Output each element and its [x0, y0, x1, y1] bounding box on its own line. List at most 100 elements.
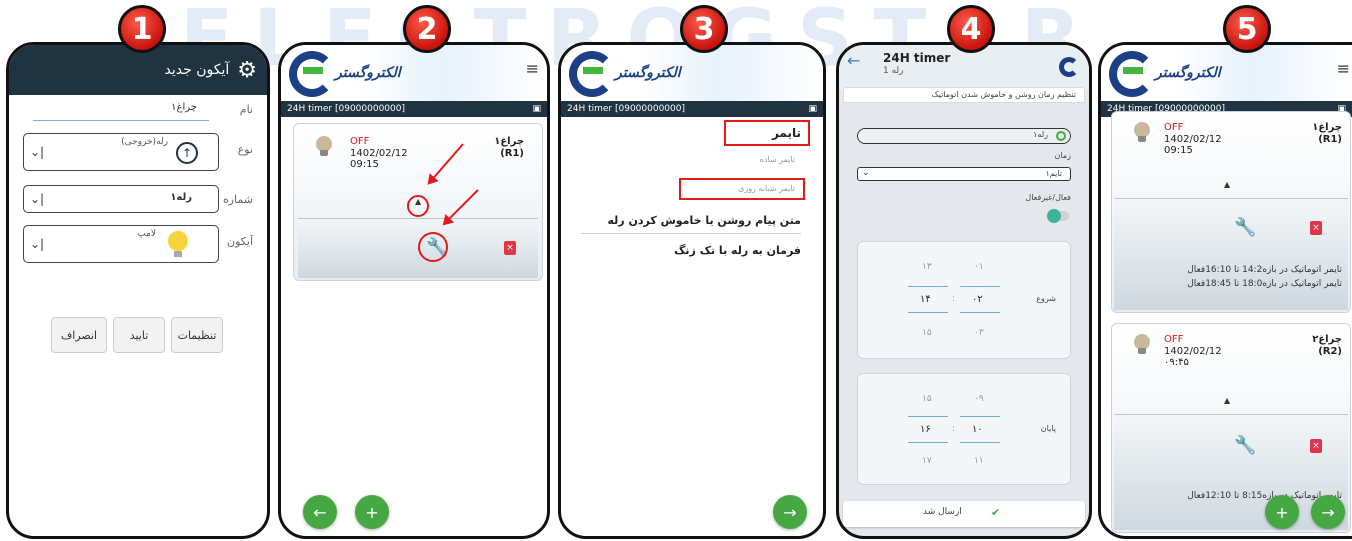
- back-button[interactable]: ←: [303, 495, 337, 529]
- chevron-down-icon: ⌄|: [30, 145, 45, 159]
- end-minute[interactable]: ۱۰: [972, 424, 983, 435]
- info-bar: 24H timer [09000000000] ▣: [561, 101, 823, 117]
- chevron-down-icon: ⌄: [862, 168, 870, 178]
- status-label: OFF: [350, 136, 370, 147]
- time-label: 09:15: [350, 159, 379, 170]
- timer-menu[interactable]: تایمر: [772, 126, 801, 140]
- step-badge-1: 1: [118, 5, 166, 53]
- page-title: 24H timer: [883, 51, 951, 65]
- highlight-circle: [418, 232, 448, 262]
- time-label: ۰۹:۴۵: [1164, 357, 1189, 368]
- phone-3: الکتروگستر 24H timer [09000000000] ▣ تای…: [558, 42, 826, 539]
- date-label: 1402/02/12: [350, 148, 408, 159]
- cancel-button[interactable]: انصراف: [51, 317, 107, 353]
- add-button[interactable]: +: [1265, 495, 1299, 529]
- send-status-bar: ارسال شد ✔: [843, 501, 1085, 527]
- next-button[interactable]: →: [1311, 495, 1345, 529]
- ring-command-menu[interactable]: فرمان به رله با تک زنگ: [674, 244, 801, 257]
- wrench-icon[interactable]: 🔧: [1234, 217, 1256, 238]
- brand-name: الکتروگستر: [335, 65, 401, 81]
- gear-icon[interactable]: ⚙: [237, 58, 257, 83]
- message-text-menu[interactable]: متن پیام روشن یا خاموش کردن رله: [608, 214, 802, 227]
- menu-icon[interactable]: ≡: [526, 59, 539, 78]
- logo: [289, 51, 335, 97]
- start-minute[interactable]: ۰۲: [972, 294, 983, 305]
- number-label: شماره: [222, 193, 253, 206]
- arrow-up-icon: ↑: [176, 142, 198, 164]
- simple-timer-item[interactable]: تایمر ساده: [760, 155, 795, 164]
- relay-name: چراغ۲: [1312, 334, 1342, 345]
- relay-id: (R1): [500, 148, 524, 159]
- step-badge-5: 5: [1223, 5, 1271, 53]
- relay-name: چراغ۱: [1312, 122, 1342, 133]
- delete-icon[interactable]: ×: [1310, 439, 1322, 453]
- info-bar: 24H timer [09000000000] ▣: [281, 101, 547, 117]
- relay-radio[interactable]: رله۱: [857, 128, 1071, 144]
- next-button[interactable]: →: [773, 495, 807, 529]
- page-subtitle: رله 1: [883, 66, 904, 76]
- schedule-line: تایمر اتوماتیک در بازه14:2 تا 16:10فعال: [1187, 265, 1342, 275]
- logo: [1059, 57, 1079, 77]
- chevron-down-icon: ⌄|: [30, 237, 45, 251]
- menu-icon[interactable]: ≡: [1337, 59, 1350, 78]
- name-field[interactable]: چراغ۱: [33, 97, 209, 121]
- time-label: 09:15: [1164, 145, 1193, 156]
- check-icon: ✔: [991, 506, 1001, 519]
- icon-label: آیکون: [227, 235, 253, 248]
- logo: [569, 51, 615, 97]
- app-header: الکتروگستر ≡: [1101, 45, 1352, 101]
- back-arrow-icon[interactable]: ←: [847, 51, 860, 70]
- step-badge-4: 4: [947, 5, 995, 53]
- phone-1: آیکون جدید ⚙ نام چراغ۱ نوع ⌄| رله(خروجی)…: [6, 42, 270, 539]
- highlight-circle: [407, 195, 429, 217]
- sim-icon: ▣: [532, 104, 541, 114]
- phone-5: الکتروگستر ≡ 24H timer [09000000000] ▣ O…: [1098, 42, 1352, 539]
- radio-icon: [1056, 131, 1066, 141]
- expand-arrow-icon[interactable]: ▲: [1224, 180, 1230, 189]
- confirm-button[interactable]: تایید: [113, 317, 165, 353]
- daily-timer-item[interactable]: تایمر شبانه روزی: [738, 184, 795, 193]
- number-select[interactable]: ⌄| رله۱: [23, 185, 219, 213]
- status-label: OFF: [1164, 334, 1184, 345]
- brand-name: الکتروگستر: [615, 65, 681, 81]
- end-hour[interactable]: ۱۶: [920, 424, 931, 435]
- date-label: 1402/02/12: [1164, 134, 1222, 145]
- app-header: الکتروگستر: [561, 45, 823, 101]
- sent-status: ارسال شد: [923, 507, 962, 517]
- bulb-icon: [316, 136, 332, 156]
- relay-name: چراغ۱: [494, 136, 524, 147]
- date-label: 1402/02/12: [1164, 346, 1222, 357]
- settings-button[interactable]: تنظیمات: [171, 317, 223, 353]
- step-badge-2: 2: [403, 5, 451, 53]
- end-time-picker[interactable]: پایان ۱۵ ۱۶ ۱۷ : ۰۹ ۱۰ ۱۱: [857, 373, 1071, 485]
- type-label: نوع: [237, 143, 253, 156]
- expand-arrow-icon[interactable]: ▲: [1224, 396, 1230, 405]
- step-badge-3: 3: [680, 5, 728, 53]
- end-label: پایان: [1040, 424, 1056, 433]
- type-select[interactable]: ⌄| رله(خروجی) ↑: [23, 133, 219, 171]
- add-button[interactable]: +: [355, 495, 389, 529]
- brand-name: الکتروگستر: [1155, 65, 1221, 81]
- lamp-icon: [168, 231, 188, 251]
- logo: [1109, 51, 1155, 97]
- relay-subpanel: 🔧 × تایمر اتوماتیک در بازه14:2 تا 16:10ف…: [1114, 198, 1348, 310]
- timer-select[interactable]: ⌄ تایم۱: [857, 167, 1071, 181]
- page-title: آیکون جدید: [164, 62, 230, 78]
- start-hour[interactable]: ۱۴: [920, 294, 931, 305]
- relay-id: (R1): [1318, 134, 1342, 145]
- status-label: OFF: [1164, 122, 1184, 133]
- bulb-icon: [1134, 122, 1150, 142]
- start-time-picker[interactable]: شروع ۱۳ ۱۴ ۱۵ : ۰۱ ۰۲ ۰۳: [857, 241, 1071, 359]
- delete-icon[interactable]: ×: [1310, 221, 1322, 235]
- active-toggle[interactable]: [1047, 209, 1069, 223]
- icon-select[interactable]: ⌄| لامپ: [23, 225, 219, 263]
- phone-4: ← 24H timer رله 1 تنظیم زمان روشن و خامو…: [836, 42, 1092, 539]
- delete-icon[interactable]: ×: [504, 241, 516, 255]
- start-label: شروع: [1036, 294, 1056, 303]
- wrench-icon[interactable]: 🔧: [1234, 435, 1256, 456]
- sim-icon: ▣: [808, 104, 817, 114]
- app-header: الکتروگستر ≡: [281, 45, 547, 101]
- schedule-line: تایمر اتوماتیک در بازه18:0 تا 18:45فعال: [1187, 279, 1342, 289]
- relay-id: (R2): [1318, 346, 1342, 357]
- relay-card-1[interactable]: OFF 1402/02/12 09:15 چراغ۱ (R1) ▲ 🔧 × تا…: [1111, 111, 1351, 313]
